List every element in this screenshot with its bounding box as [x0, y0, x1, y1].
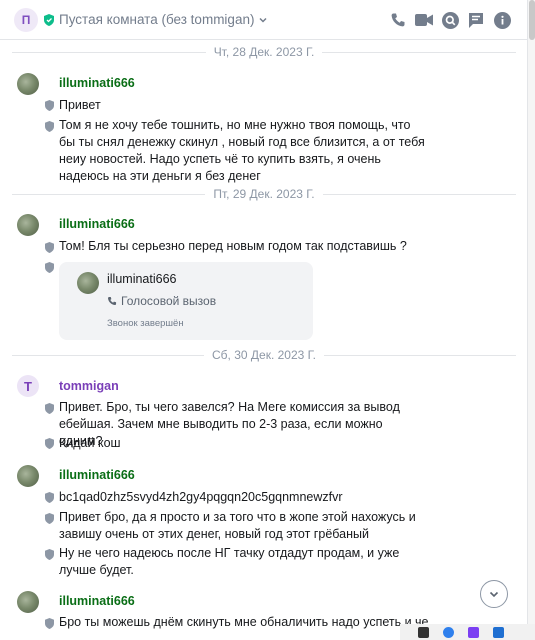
message-body: Привет	[59, 98, 101, 112]
avatar[interactable]	[17, 465, 39, 487]
shield-icon	[45, 438, 54, 449]
message-body: Том я не хочу тебе тошнить, но мне нужно…	[59, 118, 425, 183]
avatar[interactable]	[17, 73, 39, 95]
tray-icon[interactable]	[468, 626, 479, 638]
sender-name[interactable]: tommigan	[59, 379, 119, 393]
message-body: Бро ты можешь днём скинуть мне обналичит…	[59, 615, 429, 629]
shield-icon	[45, 121, 54, 132]
call-status: Звонок завершён	[107, 318, 184, 329]
avatar[interactable]: T	[17, 375, 39, 397]
call-event-card: illuminati666 Голосовой вызов Звонок зав…	[59, 262, 313, 340]
phone-icon	[107, 296, 117, 306]
scrollbar-thumb[interactable]	[529, 0, 535, 40]
jump-to-bottom-button[interactable]	[480, 580, 508, 608]
sender-name[interactable]: illuminati666	[59, 76, 135, 90]
date-label: Сб, 30 Дек. 2023 Г.	[212, 348, 317, 362]
avatar	[77, 272, 99, 294]
sender-name[interactable]: illuminati666	[59, 594, 135, 608]
date-separator: Пт, 29 Дек. 2023 Г.	[12, 184, 516, 204]
shield-icon	[45, 618, 54, 629]
message-body: Кидай кош	[59, 436, 121, 450]
sender-name[interactable]: illuminati666	[59, 468, 135, 482]
call-type: Голосовой вызов	[107, 294, 216, 308]
date-label: Чт, 28 Дек. 2023 Г.	[213, 45, 315, 59]
sender-name[interactable]: illuminati666	[59, 217, 135, 231]
shield-icon	[45, 242, 54, 253]
date-separator: Чт, 28 Дек. 2023 Г.	[12, 42, 516, 62]
call-caller-name: illuminati666	[107, 272, 177, 286]
avatar[interactable]	[17, 214, 39, 236]
system-tray	[400, 624, 535, 640]
avatar[interactable]	[17, 591, 39, 613]
call-type-label: Голосовой вызов	[121, 294, 217, 308]
shield-icon	[45, 100, 54, 111]
shield-icon	[45, 262, 54, 273]
shield-icon	[45, 492, 54, 503]
tray-icon[interactable]	[443, 626, 454, 638]
shield-icon	[45, 513, 54, 524]
message-body: Том! Бля ты серьезно перед новым годом т…	[59, 239, 407, 253]
message-body: Привет бро, да я просто и за того что в …	[59, 510, 416, 541]
date-label: Пт, 29 Дек. 2023 Г.	[213, 187, 315, 201]
timeline: Чт, 28 Дек. 2023 Г. illuminati666 Привет…	[0, 0, 527, 640]
tray-icon[interactable]	[418, 626, 429, 638]
tray-icon[interactable]	[493, 626, 504, 638]
shield-icon	[45, 403, 54, 414]
scrollbar[interactable]	[527, 0, 535, 640]
message-body: bc1qad0zhz5svyd4zh2gy4pqgqn20c5gqnmnewzf…	[59, 490, 343, 504]
chevron-down-icon	[489, 591, 499, 598]
message-body: Ну не чего надеюсь после НГ тачку отдаду…	[59, 546, 400, 577]
date-separator: Сб, 30 Дек. 2023 Г.	[12, 345, 516, 365]
shield-icon	[45, 549, 54, 560]
